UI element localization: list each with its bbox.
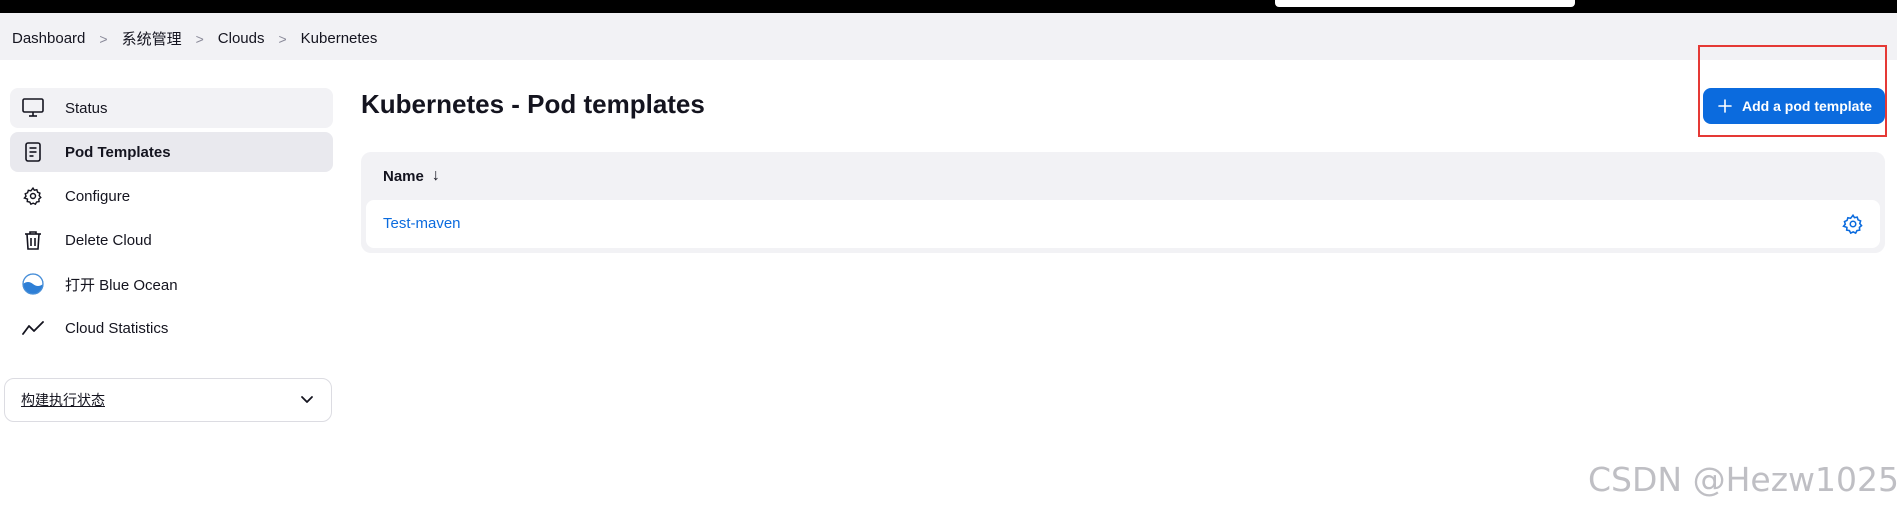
sidebar-item-pod-templates[interactable]: Pod Templates [10,132,333,172]
sidebar-item-label: Status [65,99,108,117]
chevron-down-icon [299,391,315,410]
trash-icon [22,229,44,251]
sidebar-item-status[interactable]: Status [10,88,333,128]
gear-icon[interactable] [1842,213,1864,240]
sort-arrow-icon: ↓ [431,167,440,184]
watermark: CSDN @Hezw1025 [1588,460,1897,499]
chevron-right-icon: > [195,30,204,47]
sidebar-item-configure[interactable]: Configure [10,176,333,216]
sidebar-item-label: Pod Templates [65,143,171,161]
sidebar-item-delete-cloud[interactable]: Delete Cloud [10,220,333,260]
sidebar-item-label: Cloud Statistics [65,319,169,337]
sidebar-item-label: Delete Cloud [65,231,152,249]
pod-template-link[interactable]: Test-maven [383,215,461,232]
gear-icon [22,185,44,207]
page-title: Kubernetes - Pod templates [361,89,705,119]
blue-ocean-icon [22,273,44,295]
top-header-bar [0,0,1897,13]
build-executor-status-toggle[interactable]: 构建执行状态 [4,378,332,422]
sidebar-item-cloud-statistics[interactable]: Cloud Statistics [10,308,333,348]
sidebar-item-label: 打开 Blue Ocean [65,276,178,294]
column-header-label: Name [383,167,424,185]
document-icon [22,141,44,163]
sidebar-item-blue-ocean[interactable]: 打开 Blue Ocean [10,264,333,304]
breadcrumb-manage[interactable]: 系统管理 [122,28,182,49]
breadcrumb: Dashboard > 系统管理 > Clouds > Kubernetes [12,28,377,49]
monitor-icon [22,97,44,119]
column-header-name[interactable]: Name ↓ [383,167,440,185]
line-chart-icon [22,317,44,339]
search-field[interactable] [1275,0,1575,7]
sidebar: Status Pod Templates Configure Delete Cl… [10,88,333,352]
chevron-right-icon: > [99,30,108,47]
table-row: Test-maven [366,200,1880,248]
pod-templates-table: Name ↓ Test-maven [361,152,1885,253]
breadcrumb-clouds[interactable]: Clouds [218,30,265,47]
annotation-highlight-box [1698,45,1887,137]
breadcrumb-dashboard[interactable]: Dashboard [12,30,85,47]
chevron-right-icon: > [278,30,287,47]
build-executor-status-label[interactable]: 构建执行状态 [21,390,105,410]
breadcrumb-bar: Dashboard > 系统管理 > Clouds > Kubernetes [0,13,1897,60]
breadcrumb-kubernetes[interactable]: Kubernetes [301,30,378,47]
sidebar-item-label: Configure [65,187,131,205]
